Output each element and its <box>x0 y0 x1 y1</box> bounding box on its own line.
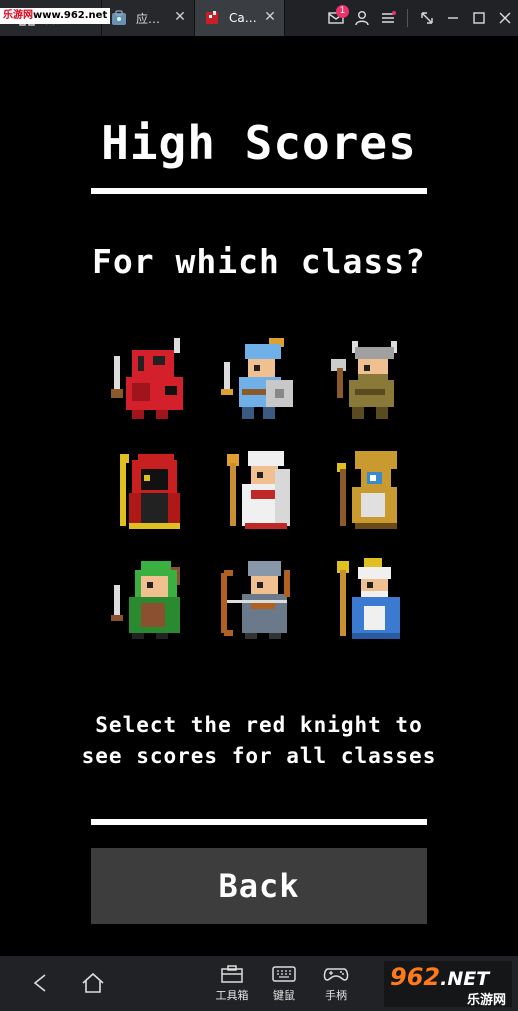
site-logo-watermark: 962.NET 乐游网 <box>384 961 512 1008</box>
gamepad-button[interactable]: 手柄 <box>316 964 356 1008</box>
menu-button[interactable] <box>375 0 401 36</box>
toolbox-button[interactable]: 工具箱 <box>212 964 252 1008</box>
gamepad-label: 手柄 <box>325 989 347 1002</box>
arrow-back-icon <box>33 974 46 992</box>
logo-text: 962.NET <box>390 963 489 991</box>
close-window-button[interactable] <box>492 0 518 36</box>
class-blue-knight[interactable] <box>215 335 305 425</box>
tab-app-store-label: 应… <box>136 11 161 26</box>
toolbox-label: 工具箱 <box>215 989 249 1002</box>
minimize-button[interactable] <box>440 0 466 36</box>
tab-app-store[interactable]: 应… ✕ <box>102 0 195 36</box>
game-screen: High Scores For which class? Select the … <box>0 36 518 956</box>
blue-wizard-sprite <box>337 558 400 639</box>
blue-knight-sprite <box>221 338 293 419</box>
emulator-bottom-bar: 工具箱 键鼠 手柄 962.NET 乐游网 <box>0 956 518 1011</box>
keyboard-mouse-button[interactable]: 键鼠 <box>264 964 304 1008</box>
class-red-mage[interactable] <box>105 445 195 535</box>
class-golden-monk[interactable] <box>325 445 415 535</box>
logo-suffix: .NET <box>440 968 490 990</box>
keyboard-icon <box>272 966 296 982</box>
home-icon <box>82 972 104 993</box>
class-green-ranger[interactable] <box>105 555 195 645</box>
white-cleric-sprite <box>227 451 290 529</box>
notification-badge: 1 <box>336 5 349 18</box>
shrink-icon <box>421 12 433 24</box>
tab-game[interactable]: Ca… ✕ <box>195 0 285 36</box>
barbarian-sprite <box>331 341 397 419</box>
maximize-icon <box>473 12 485 24</box>
watermark-brand: 乐游网 <box>3 10 33 21</box>
green-ranger-sprite <box>111 561 180 639</box>
red-mage-sprite <box>120 454 180 529</box>
class-barbarian[interactable] <box>325 335 415 425</box>
golden-monk-sprite <box>337 451 397 529</box>
class-blue-wizard[interactable] <box>325 555 415 645</box>
page-title: High Scores <box>101 116 417 170</box>
nav-back-button[interactable] <box>28 970 54 996</box>
divider <box>91 188 427 194</box>
fullscreen-button[interactable] <box>414 0 440 36</box>
red-knight-sprite <box>111 338 183 419</box>
divider <box>407 9 408 27</box>
watermark-url: www.962.net <box>33 10 108 21</box>
maximize-button[interactable] <box>466 0 492 36</box>
keyboard-label: 键鼠 <box>273 989 295 1002</box>
close-tab-icon[interactable]: ✕ <box>262 9 278 25</box>
browser-tab-bar: 首页 应… ✕ Ca… ✕ 乐游网www.962.net 1 <box>0 0 518 36</box>
toolbox-icon <box>221 965 243 983</box>
user-icon <box>355 11 369 26</box>
grey-archer-sprite <box>221 561 290 639</box>
gamepad-icon <box>323 968 349 981</box>
logo-brand: 乐游网 <box>466 993 506 1008</box>
class-grey-archer[interactable] <box>215 555 305 645</box>
subtitle: For which class? <box>92 242 426 281</box>
close-tab-icon[interactable]: ✕ <box>172 9 188 25</box>
class-grid <box>100 331 418 651</box>
divider <box>91 819 427 825</box>
hint-text-line1: Select the red knight to <box>95 713 423 737</box>
hint-text-line2: see scores for all classes <box>81 744 437 768</box>
tab-game-label: Ca… <box>229 11 257 25</box>
site-watermark: 乐游网www.962.net <box>0 8 111 24</box>
mail-button[interactable]: 1 <box>323 0 349 36</box>
close-icon <box>499 12 511 24</box>
class-red-knight[interactable] <box>105 335 195 425</box>
game-icon <box>206 11 218 24</box>
app-store-icon <box>112 10 126 25</box>
nav-home-button[interactable] <box>80 970 106 996</box>
menu-icon <box>382 11 396 23</box>
account-button[interactable] <box>349 0 375 36</box>
back-button[interactable]: Back <box>91 848 427 924</box>
logo-number: 962 <box>390 963 441 991</box>
class-white-cleric[interactable] <box>215 445 305 535</box>
minimize-icon <box>448 17 458 19</box>
window-controls: 1 <box>323 0 518 36</box>
